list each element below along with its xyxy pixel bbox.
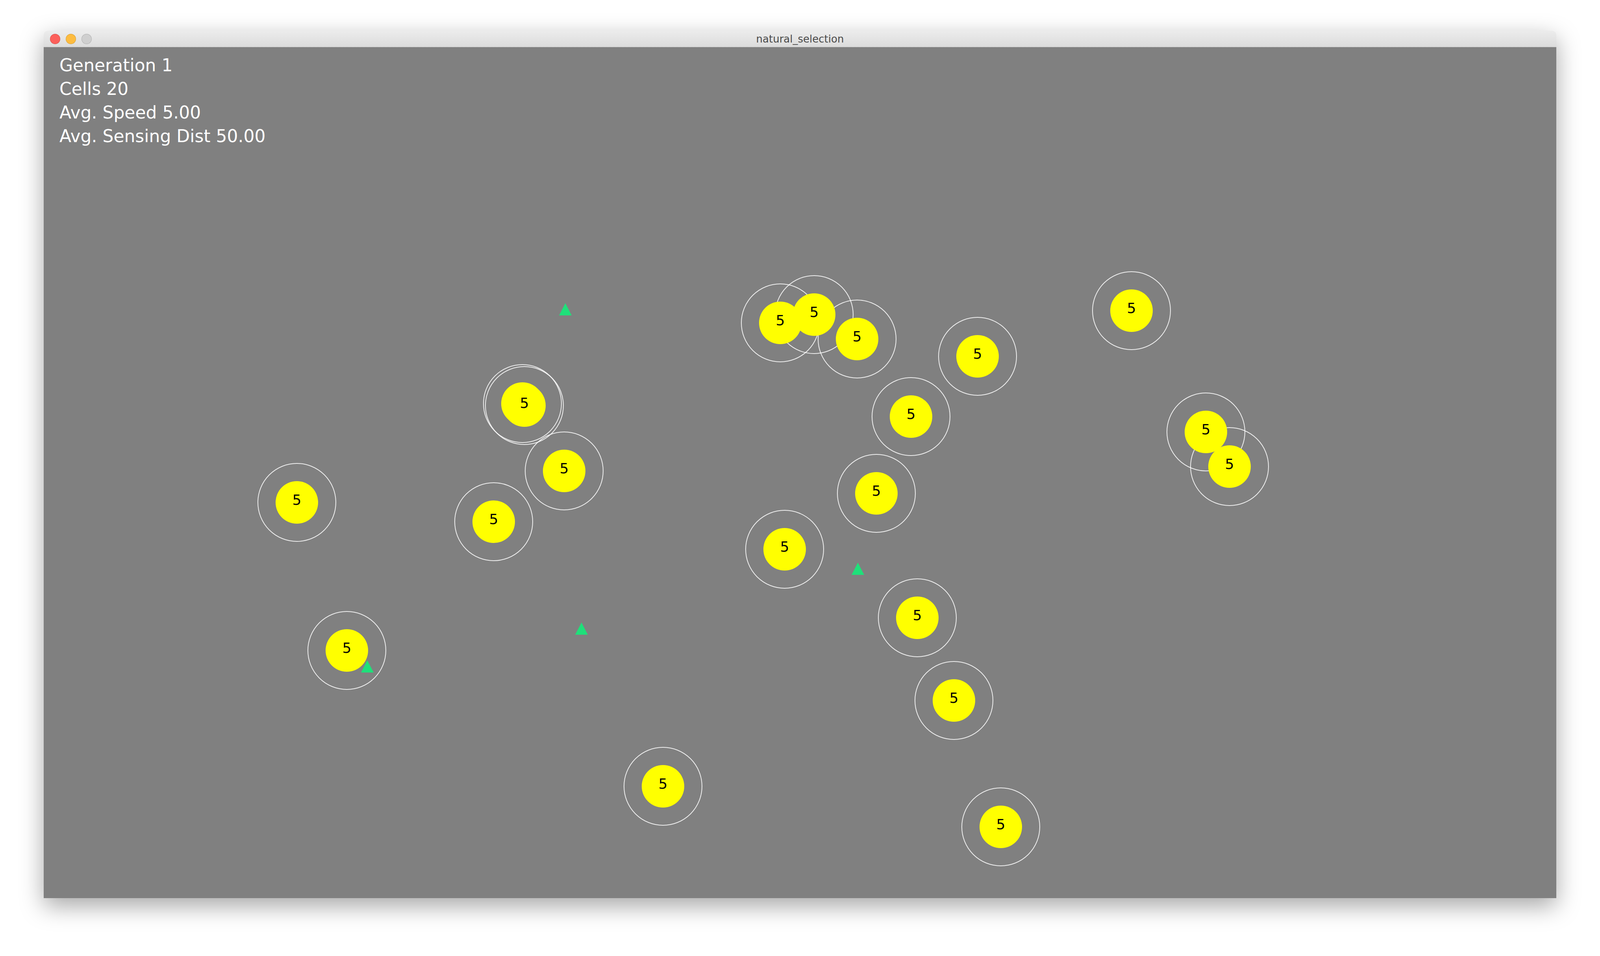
cell: 5 (763, 527, 806, 571)
cell: 5 (932, 679, 976, 722)
food-icon (558, 302, 573, 317)
window-title: natural_selection (756, 33, 845, 45)
cell: 5 (1110, 289, 1153, 332)
stat-line: Generation 1 (59, 53, 266, 78)
cell: 5 (1208, 445, 1251, 488)
cell: 5 (275, 481, 319, 524)
simulation-canvas: Generation 1Cells 20Avg. Speed 5.00Avg. … (43, 47, 1557, 899)
title-bar[interactable]: natural_selection (43, 30, 1557, 48)
stat-line: Avg. Sensing Dist 50.00 (59, 124, 266, 149)
cell: 5 (641, 764, 685, 808)
food-icon (850, 561, 865, 576)
stat-line: Avg. Speed 5.00 (59, 100, 266, 125)
cell: 5 (896, 596, 939, 639)
stat-line: Cells 20 (59, 77, 266, 101)
food-icon (574, 621, 589, 636)
cell: 5 (855, 472, 898, 515)
cell: 5 (979, 805, 1023, 849)
cell: 5 (792, 293, 836, 336)
cell: 5 (889, 395, 933, 438)
window-controls (50, 30, 92, 47)
zoom-button (81, 33, 92, 45)
cell: 5 (325, 629, 369, 672)
cell: 5 (472, 500, 515, 543)
cell: 5 (956, 335, 999, 378)
cell: 5 (542, 449, 586, 493)
desktop: natural_selectionGeneration 1Cells 20Avg… (0, 0, 1600, 956)
cell: 5 (835, 317, 879, 361)
stats-hud: Generation 1Cells 20Avg. Speed 5.00Avg. … (59, 53, 266, 149)
cell: 5 (503, 384, 546, 427)
app-window: natural_selectionGeneration 1Cells 20Avg… (43, 30, 1557, 899)
minimize-button[interactable] (65, 33, 76, 45)
close-button[interactable] (50, 33, 61, 45)
